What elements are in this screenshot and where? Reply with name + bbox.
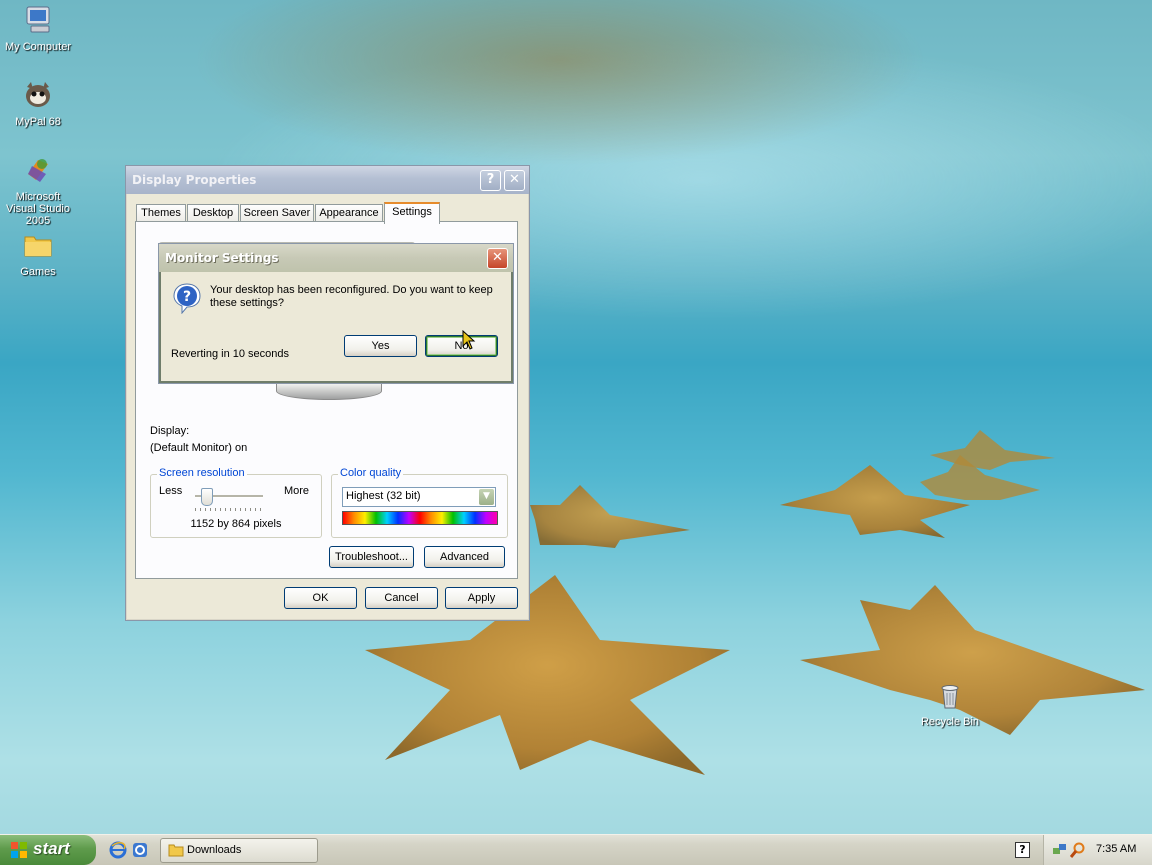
desktop-icon-label: Recycle Bin — [920, 716, 980, 728]
folder-icon — [168, 844, 184, 857]
screen-resolution-group: Screen resolution Less More 1152 by 864 … — [150, 467, 322, 538]
close-button[interactable]: ✕ — [504, 170, 525, 191]
resolution-less-label: Less — [159, 485, 183, 497]
tab-screen-saver[interactable]: Screen Saver — [240, 204, 314, 222]
chevron-down-icon[interactable]: ▼ — [479, 489, 494, 505]
search-icon[interactable] — [1070, 842, 1086, 858]
dialog-title: Monitor Settings — [165, 251, 279, 265]
color-quality-group: Color quality Highest (32 bit) ▼ — [331, 467, 508, 538]
tab-desktop[interactable]: Desktop — [187, 204, 239, 222]
window-title: Display Properties — [132, 173, 257, 187]
tab-settings[interactable]: Settings — [384, 202, 440, 224]
clock: 7:35 AM — [1096, 843, 1137, 855]
tab-themes[interactable]: Themes — [136, 204, 186, 222]
browser-icon[interactable] — [131, 841, 149, 859]
recycle-bin-icon — [941, 685, 959, 709]
starfish-far-1 — [930, 430, 1055, 470]
my-computer-icon — [26, 6, 50, 33]
dialog-close-button[interactable]: ✕ — [487, 248, 508, 269]
dialog-message: Your desktop has been reconfigured. Do y… — [210, 284, 493, 309]
dialog-titlebar[interactable]: Monitor Settings ✕ — [159, 244, 513, 272]
mouse-cursor-icon — [462, 330, 476, 350]
svg-text:?: ? — [183, 289, 191, 305]
visual-studio-icon — [28, 159, 48, 182]
screen-resolution-legend: Screen resolution — [157, 467, 247, 479]
desktop-icon-label: My Computer — [4, 41, 72, 53]
desktop-icon-recycle-bin[interactable]: Recycle Bin — [912, 679, 988, 728]
revert-countdown: Reverting in 10 seconds — [171, 348, 290, 360]
tab-appearance[interactable]: Appearance — [315, 204, 383, 222]
windows-logo-icon — [11, 842, 27, 858]
starfish-middle — [530, 485, 690, 548]
start-button[interactable]: start — [0, 835, 96, 865]
ok-button[interactable]: OK — [284, 587, 357, 609]
resolution-more-label: More — [283, 485, 309, 497]
desktop-icon-mypal[interactable]: MyPal 68 — [0, 79, 76, 128]
taskbar-item-label: Downloads — [187, 844, 242, 856]
start-label: start — [33, 839, 70, 858]
mypal-icon — [26, 82, 50, 107]
folder-icon — [24, 236, 52, 257]
color-quality-value: Highest (32 bit) — [346, 490, 421, 502]
color-quality-legend: Color quality — [338, 467, 404, 479]
monitor-stand — [276, 382, 382, 400]
desktop-icon-label: MyPal 68 — [15, 116, 61, 128]
help-button[interactable]: ? — [480, 170, 501, 191]
question-icon: ? — [173, 283, 201, 314]
advanced-button[interactable]: Advanced — [424, 546, 505, 568]
cancel-button[interactable]: Cancel — [365, 587, 438, 609]
taskbar-item-downloads[interactable]: Downloads — [160, 838, 318, 863]
desktop-icon-label: Microsoft Visual Studio 2005 — [5, 191, 70, 227]
display-label: Display: — [150, 425, 190, 437]
window-titlebar[interactable]: Display Properties ? ✕ — [126, 166, 529, 194]
monitor-settings-dialog: Monitor Settings ✕ ? Your desktop has be… — [158, 243, 514, 384]
display-value: (Default Monitor) on — [150, 442, 248, 454]
resolution-value: 1152 by 864 pixels — [190, 518, 282, 530]
resolution-slider-ticks — [195, 508, 263, 511]
desktop-icon-games[interactable]: Games — [0, 229, 76, 278]
display-properties-window: Display Properties ? ✕ Themes Desktop Sc… — [125, 165, 530, 621]
color-quality-select[interactable]: Highest (32 bit) ▼ — [342, 487, 496, 507]
desktop-icon-visual-studio[interactable]: Microsoft Visual Studio 2005 — [0, 154, 76, 227]
taskbar: start Downloads ? 7:35 AM — [0, 834, 1152, 865]
resolution-slider-thumb[interactable] — [201, 488, 213, 506]
taskbar-help-button[interactable]: ? — [1015, 842, 1030, 858]
network-icon[interactable] — [1052, 842, 1068, 858]
color-spectrum-bar — [342, 511, 498, 525]
system-tray: 7:35 AM — [1043, 835, 1152, 865]
internet-explorer-icon[interactable] — [109, 841, 127, 859]
yes-button[interactable]: Yes — [344, 335, 417, 357]
desktop-icon-my-computer[interactable]: My Computer — [0, 4, 76, 53]
desktop-icon-label: Games — [20, 266, 56, 278]
troubleshoot-button[interactable]: Troubleshoot... — [329, 546, 414, 568]
apply-button[interactable]: Apply — [445, 587, 518, 609]
